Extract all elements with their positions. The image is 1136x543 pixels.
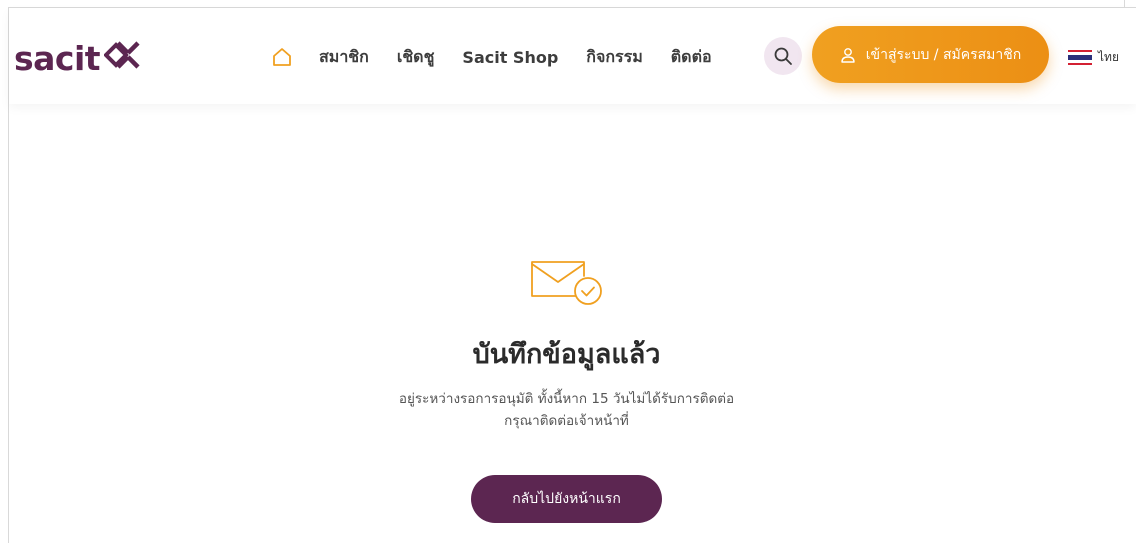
main-nav: สมาชิก เชิดชู Sacit Shop กิจกรรม ติดต่อ	[271, 43, 712, 71]
status-title: บันทึกข้อมูลแล้ว	[472, 339, 661, 370]
home-icon[interactable]	[271, 46, 293, 68]
nav-item-sacit-shop[interactable]: Sacit Shop	[462, 48, 558, 67]
logo-text: sacit	[14, 38, 101, 78]
logo-mark-icon	[104, 41, 140, 69]
language-label: ไทย	[1098, 50, 1119, 64]
page-frame-tick	[1124, 0, 1125, 8]
nav-item-members[interactable]: สมาชิก	[319, 45, 369, 70]
status-description: อยู่ระหว่างรอการอนุมัติ ทั้งนี้หาก 15 วั…	[9, 388, 1124, 432]
status-description-line2: กรุณาติดต่อเจ้าหน้าที่	[504, 413, 629, 429]
nav-item-honor[interactable]: เชิดชู	[397, 45, 435, 70]
thai-flag-icon	[1068, 49, 1092, 66]
site-header: sacit สมาชิก เชิดชู Sacit Shop กิจกรรม ต…	[9, 8, 1136, 104]
search-button[interactable]	[764, 37, 802, 75]
back-to-home-button[interactable]: กลับไปยังหน้าแรก	[471, 475, 662, 523]
search-icon	[774, 47, 792, 65]
nav-item-activities[interactable]: กิจกรรม	[586, 45, 642, 70]
status-description-line1: อยู่ระหว่างรอการอนุมัติ ทั้งนี้หาก 15 วั…	[398, 391, 735, 407]
language-selector[interactable]: ไทย	[1068, 48, 1119, 67]
site-logo[interactable]: sacit	[14, 38, 144, 78]
login-register-label: เข้าสู่ระบบ / สมัครสมาชิก	[865, 46, 1022, 63]
login-register-button[interactable]: เข้าสู่ระบบ / สมัครสมาชิก	[812, 26, 1049, 83]
nav-item-contact[interactable]: ติดต่อ	[671, 45, 712, 70]
user-icon	[841, 47, 855, 63]
status-panel: บันทึกข้อมูลแล้ว อยู่ระหว่างรอการอนุมัติ…	[9, 104, 1136, 543]
mail-check-icon	[531, 261, 602, 305]
